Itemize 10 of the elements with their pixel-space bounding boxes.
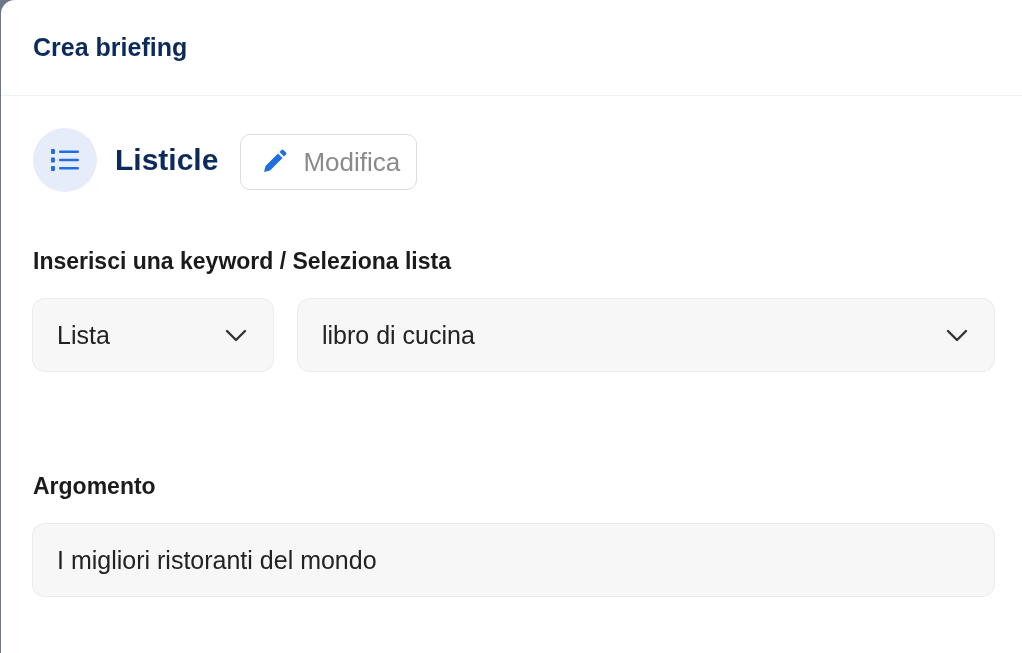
chevron-down-icon — [225, 328, 247, 342]
type-dropdown[interactable]: Lista — [33, 299, 273, 371]
list-dropdown[interactable]: libro di cucina — [298, 299, 994, 371]
field-label: Argomento — [33, 473, 157, 500]
topic-input-field[interactable]: I migliori ristoranti del mondo — [33, 524, 994, 596]
chevron-down-icon — [946, 328, 968, 342]
dialog-title: Crea briefing — [33, 33, 188, 62]
pencil-icon — [261, 149, 288, 175]
format-name: Listicle — [115, 143, 219, 177]
field-label: Inserisci una keyword / Seleziona lista — [33, 248, 453, 275]
